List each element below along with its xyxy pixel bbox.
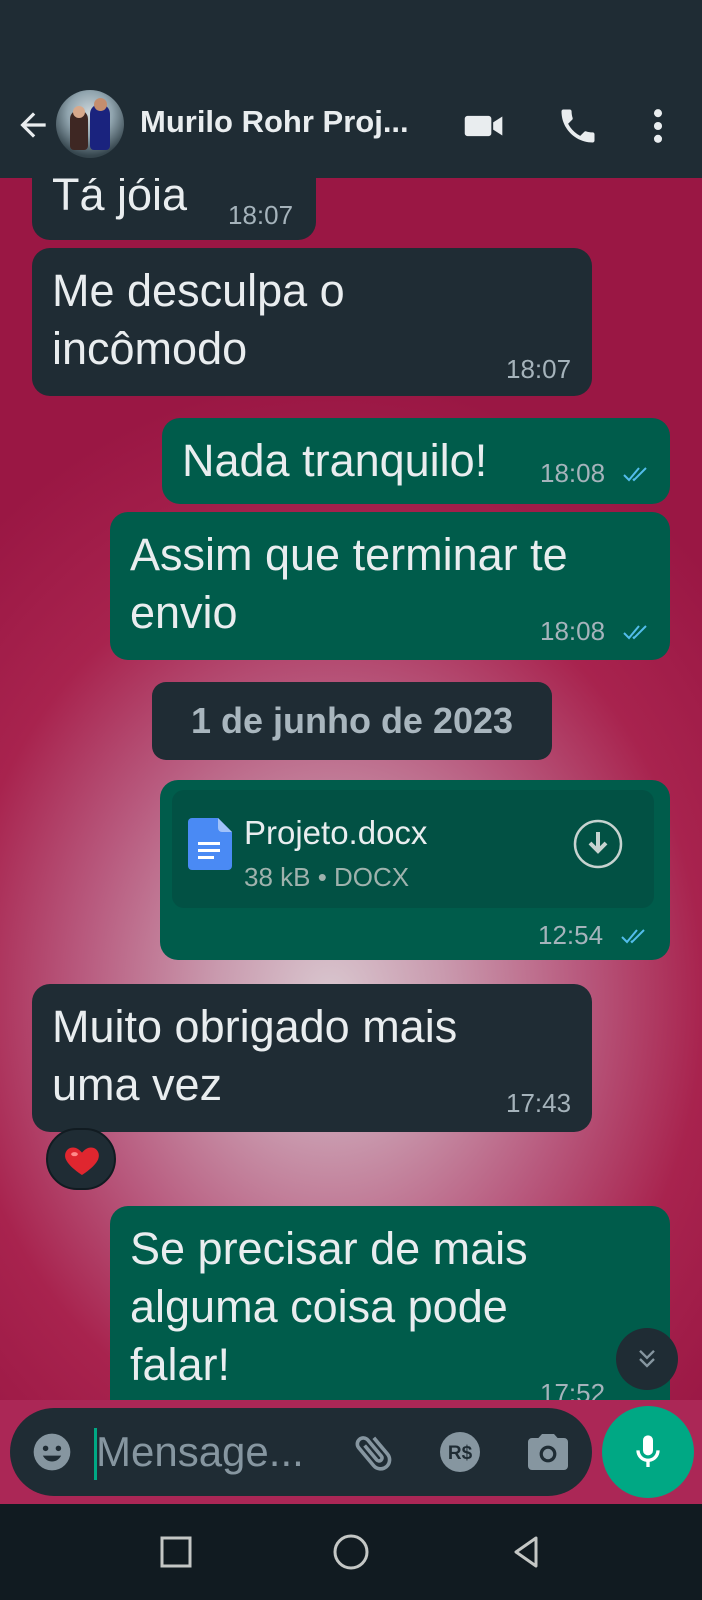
message-outgoing[interactable]: Assim que terminar te envio 18:08 <box>110 512 670 660</box>
contact-name[interactable]: Murilo Rohr Proj... <box>140 104 430 140</box>
system-navigation-bar <box>0 1504 702 1600</box>
message-time: 12:54 <box>538 920 604 950</box>
camera-icon[interactable] <box>524 1428 572 1476</box>
message-text-line: uma vez <box>52 1059 223 1110</box>
message-text-line: Muito obrigado mais <box>52 1001 458 1052</box>
message-text-line: alguma coisa pode <box>130 1281 508 1332</box>
read-ticks-icon <box>621 929 645 944</box>
message-input-container[interactable]: R$ <box>10 1408 592 1496</box>
message-time: 18:07 <box>506 354 572 384</box>
message-input[interactable] <box>96 1422 326 1482</box>
message-text-line: incômodo <box>52 323 248 374</box>
download-icon[interactable] <box>572 818 624 870</box>
home-circle-icon[interactable] <box>327 1528 375 1576</box>
emoji-icon[interactable] <box>30 1430 74 1474</box>
chat-area[interactable]: Tá jóia 18:07 Me desculpa o incômodo 18:… <box>0 178 702 1400</box>
message-text: Tá jóia <box>52 178 188 220</box>
attach-icon[interactable] <box>350 1428 398 1476</box>
message-time: 17:43 <box>506 1088 572 1118</box>
heart-reaction[interactable] <box>46 1128 116 1190</box>
document-card[interactable]: Projeto.docx 38 kB • DOCX <box>172 790 654 908</box>
svg-text:R$: R$ <box>448 1443 473 1464</box>
composer-bar: R$ <box>0 1400 702 1504</box>
message-incoming[interactable]: Tá jóia 18:07 <box>32 178 316 240</box>
message-time: 17:52 <box>540 1378 606 1400</box>
recents-square-icon[interactable] <box>152 1528 200 1576</box>
message-outgoing-document[interactable]: Projeto.docx 38 kB • DOCX 12:54 <box>160 780 670 960</box>
message-text-line: Se precisar de mais <box>130 1223 528 1274</box>
mic-icon <box>636 1435 660 1467</box>
message-text: Nada tranquilo! <box>182 435 488 486</box>
date-separator: 1 de junho de 2023 <box>152 682 552 760</box>
message-time: 18:08 <box>540 616 606 646</box>
heart-icon <box>65 1147 99 1175</box>
document-icon <box>188 818 232 870</box>
message-time: 18:08 <box>540 458 606 488</box>
double-chevron-down-icon <box>639 1350 655 1368</box>
back-arrow-icon[interactable] <box>14 106 52 144</box>
voice-message-button[interactable] <box>602 1406 694 1498</box>
message-text-line: Assim que terminar te <box>130 529 568 580</box>
document-meta: 38 kB • DOCX <box>244 862 410 892</box>
pix-icon[interactable]: R$ <box>438 1430 482 1474</box>
read-ticks-icon <box>623 625 647 640</box>
read-ticks-icon <box>623 467 647 482</box>
message-outgoing[interactable]: Nada tranquilo! 18:08 <box>162 418 670 504</box>
chat-header: Murilo Rohr Proj... <box>0 0 702 178</box>
message-text-line: falar! <box>130 1339 231 1390</box>
message-incoming[interactable]: Muito obrigado mais uma vez 17:43 <box>32 984 592 1132</box>
message-outgoing[interactable]: Se precisar de mais alguma coisa pode fa… <box>110 1206 670 1400</box>
voice-call-icon[interactable] <box>556 104 600 148</box>
more-options-icon[interactable] <box>636 104 680 148</box>
message-text-line: envio <box>130 587 238 638</box>
message-text-line: Me desculpa o <box>52 265 345 316</box>
scroll-to-bottom-button[interactable] <box>616 1328 678 1390</box>
message-time: 18:07 <box>228 200 294 230</box>
message-incoming[interactable]: Me desculpa o incômodo 18:07 <box>32 248 592 396</box>
video-call-icon[interactable] <box>462 104 506 148</box>
avatar[interactable] <box>56 90 124 158</box>
back-triangle-icon[interactable] <box>502 1528 550 1576</box>
document-name: Projeto.docx <box>244 814 428 851</box>
